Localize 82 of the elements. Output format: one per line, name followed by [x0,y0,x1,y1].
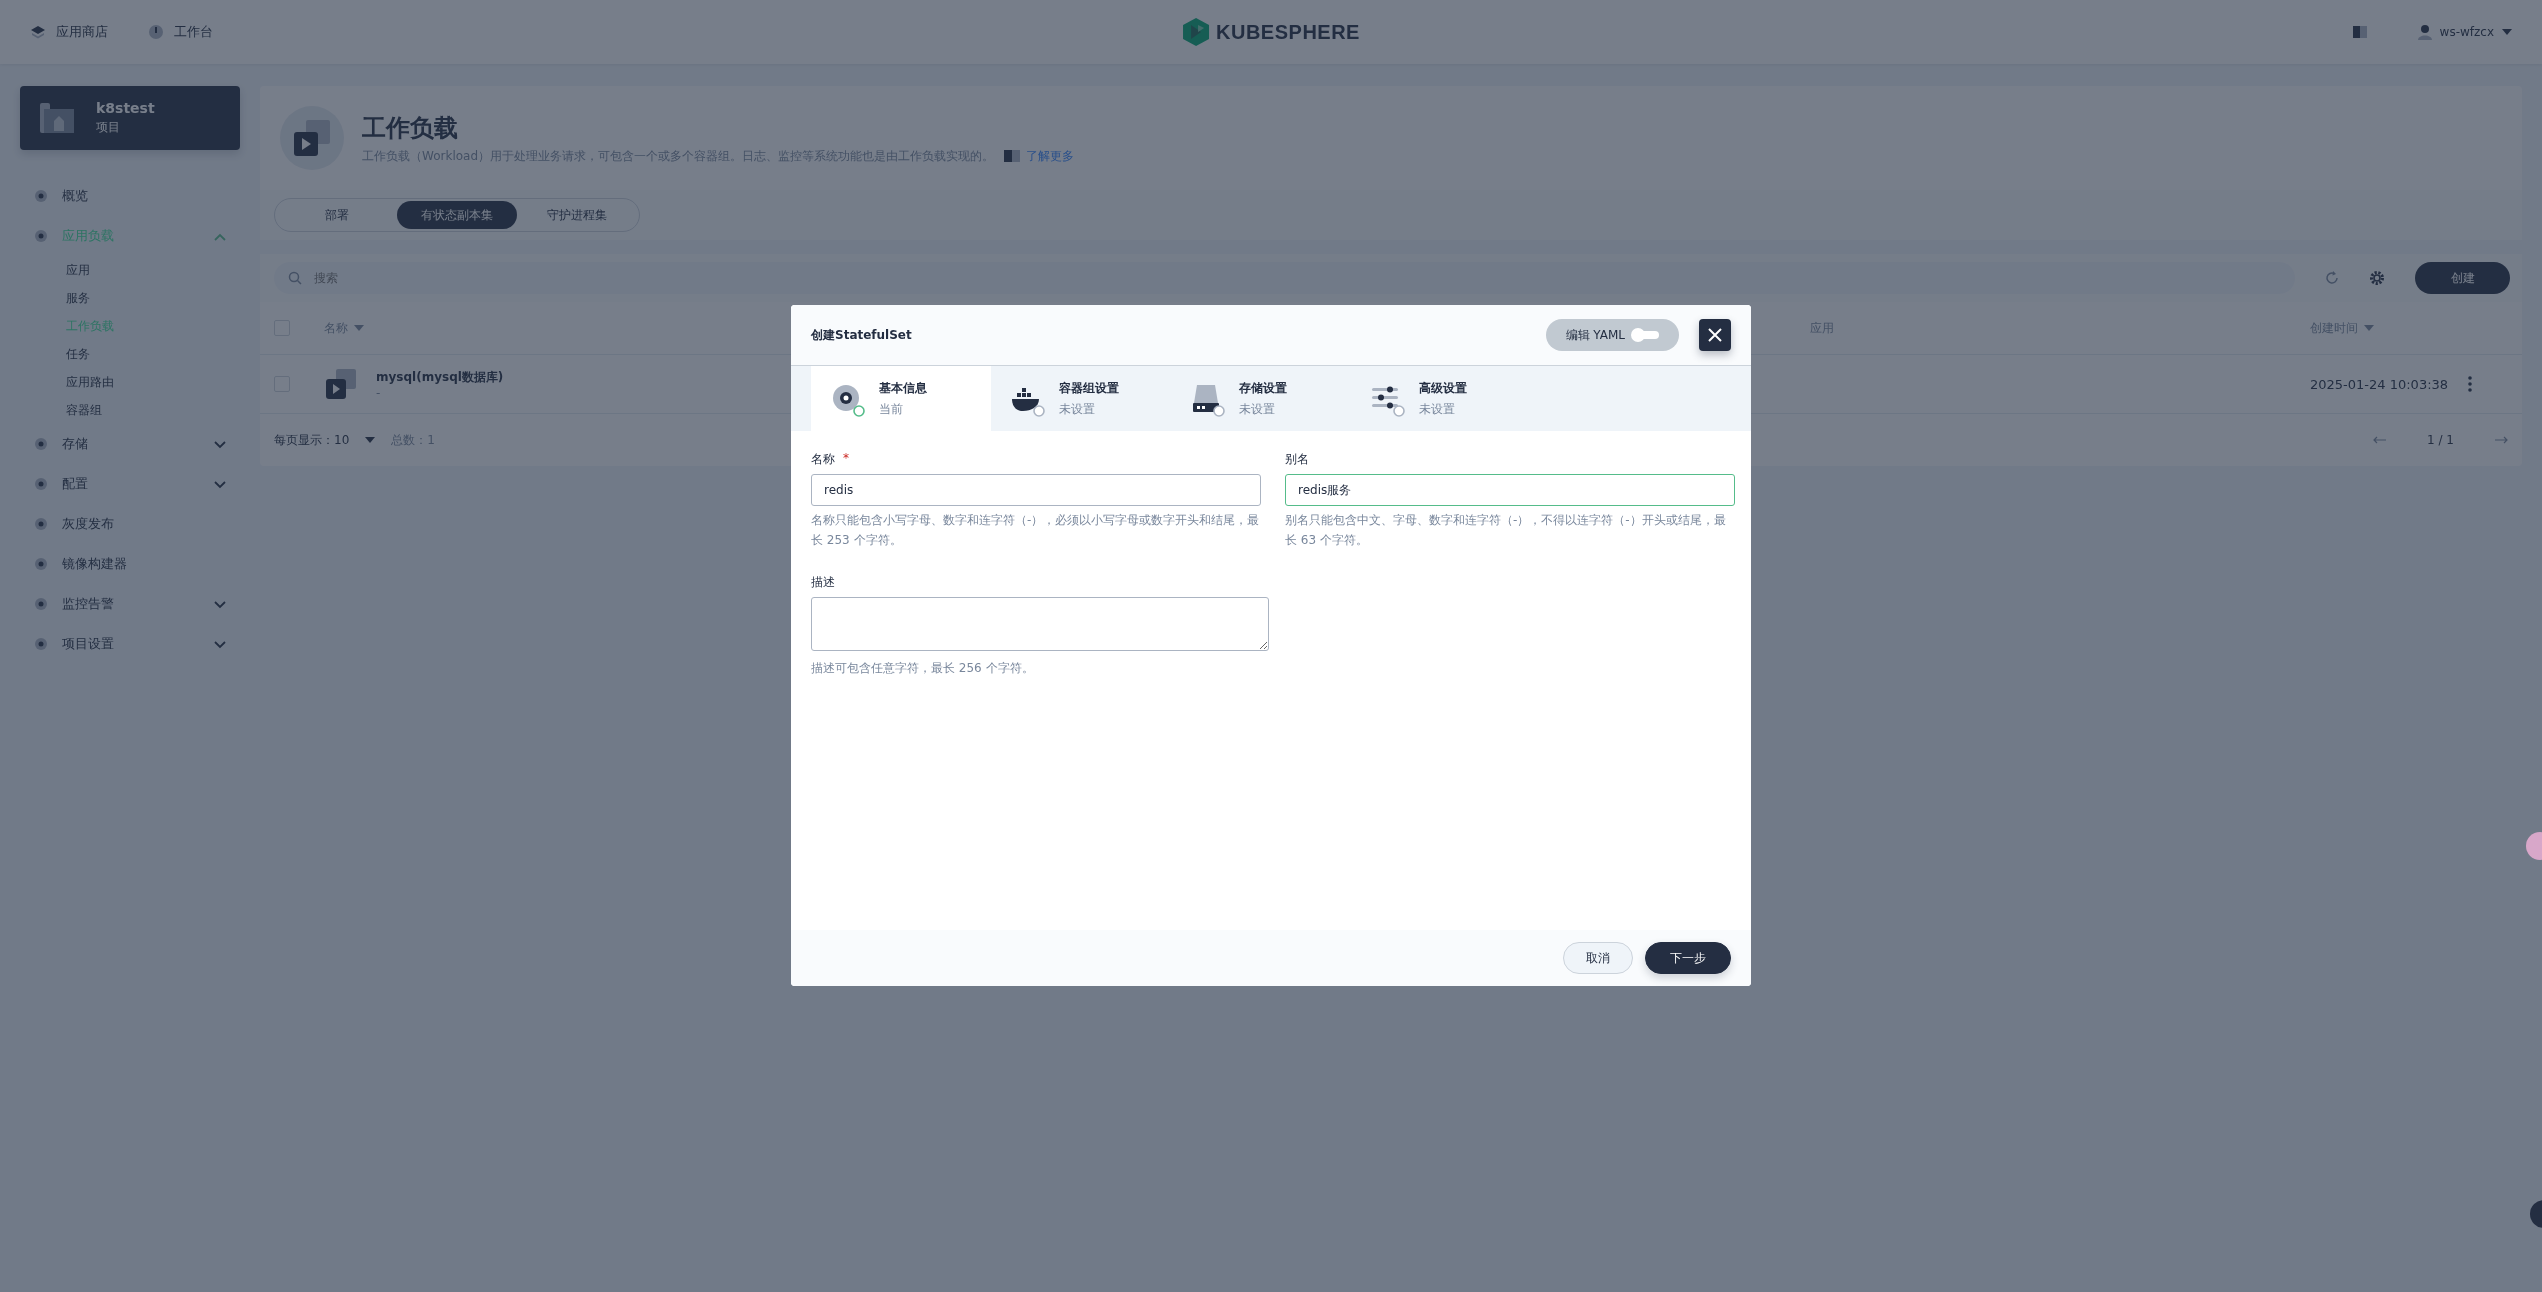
menu-item-icon [34,229,48,243]
sidebar-item[interactable]: 镜像构建器 [20,544,240,584]
workload-icon [324,367,358,401]
sidebar-subitem[interactable]: 服务 [66,284,240,312]
field-hint: 别名只能包含中文、字母、数字和连字符（-），不得以连字符（-）开头或结尾，最长 63 个字符。 [1285,512,1727,549]
wizard-step[interactable]: 存储设置 未设置 [1171,366,1351,431]
tab[interactable]: 守护进程集 [517,201,637,229]
sidebar-item[interactable]: 存储 [20,424,240,464]
user-name[interactable]: ws-wfzcx [2439,25,2494,39]
caret-icon[interactable] [2364,325,2374,331]
field-label: 别名 [1285,451,1309,468]
caret-icon[interactable] [365,437,376,443]
workload-subtitle: - [376,385,382,400]
sidebar-item[interactable]: 配置 [20,464,240,504]
workload-name[interactable]: mysql(mysql数据库) [376,368,504,386]
sidebar-subitem[interactable]: 应用 [66,256,240,284]
close-icon [1707,327,1723,343]
sidebar-item[interactable]: 监控告警 [20,584,240,624]
learn-more-link[interactable]: 了解更多 [1026,147,1075,165]
tab[interactable]: 有状态副本集 [397,201,517,229]
layers-icon [30,24,46,40]
search-icon [288,271,302,285]
cancel-button[interactable]: 取消 [1563,942,1633,974]
field-label: 描述 [811,574,835,591]
menu-item-icon [34,189,48,203]
arrow-right-icon[interactable] [2494,436,2508,444]
input-field[interactable]: redis服务 [1285,474,1735,506]
workload-icon [292,118,332,158]
caret-icon[interactable] [2502,29,2512,35]
project-type: 项目 [96,119,121,136]
user-icon [2417,24,2432,40]
chevron-icon [214,600,226,609]
chevron-icon [214,440,226,449]
description-field[interactable] [811,597,1269,651]
menu-item-icon [34,437,48,451]
sidebar-item[interactable]: 概览 [20,176,240,216]
create-button[interactable]: 创建 [2415,262,2510,294]
field-label: 名称 [811,451,835,468]
dashboard-icon [148,24,164,40]
sidebar-item[interactable]: 项目设置 [20,624,240,664]
wizard-step[interactable]: 容器组设置 未设置 [991,366,1171,431]
menu-item-icon [34,477,48,491]
sidebar-item[interactable]: 灰度发布 [20,504,240,544]
menu-item-icon [34,557,48,571]
page-size-select[interactable]: 每页显示：10 [274,431,350,449]
nav-link[interactable]: 工作台 [174,23,213,41]
chevron-icon [214,232,226,241]
sidebar-subitem[interactable]: 任务 [66,340,240,368]
tab[interactable]: 部署 [277,201,397,229]
wizard-step[interactable]: 基本信息 当前 [811,366,991,431]
table-cell-text: 2025-01-24 10:03:38 [2310,376,2450,392]
yaml-toggle[interactable]: 编辑 YAML [1545,319,1679,351]
field-hint: 名称只能包含小写字母、数字和连字符（-），必须以小写字母或数字开头和结尾，最长 253 个字符。 [811,512,1261,549]
more-icon[interactable] [2468,376,2472,392]
logo-icon [1182,17,1211,47]
logo-text: KUBESPHERE [1216,20,1360,44]
chevron-icon [214,640,226,649]
page-title: 工作负载 [362,112,459,144]
menu-item-icon [34,517,48,531]
field-hint: 描述可包含任意字符，最长 256 个字符。 [811,660,1035,677]
book-icon [1004,150,1021,162]
refresh-icon[interactable] [2325,271,2339,285]
input-field[interactable]: redis [811,474,1261,506]
settings-icon[interactable] [2369,270,2385,286]
arrow-left-icon[interactable] [2373,436,2388,444]
caret-icon[interactable] [354,325,364,331]
project-name: k8stest [96,100,155,116]
close-button[interactable] [1699,319,1731,351]
chevron-icon [214,480,226,489]
menu-item-icon [34,597,48,611]
wizard-step[interactable]: 高级设置 未设置 [1351,366,1531,431]
project-icon [40,103,74,133]
modal-title: 创建StatefulSet [811,326,913,344]
next-button[interactable]: 下一步 [1645,942,1731,974]
project-card[interactable]: k8stest 项目 [20,86,240,150]
sidebar-subitem[interactable]: 应用路由 [66,368,240,396]
book-icon[interactable] [2351,25,2368,39]
required-mark: * [843,451,849,467]
page-indicator: 1 / 1 [2427,433,2454,447]
nav-link[interactable]: 应用商店 [56,23,108,41]
menu-item-icon [34,637,48,651]
sidebar-subitem[interactable]: 容器组 [66,396,240,424]
